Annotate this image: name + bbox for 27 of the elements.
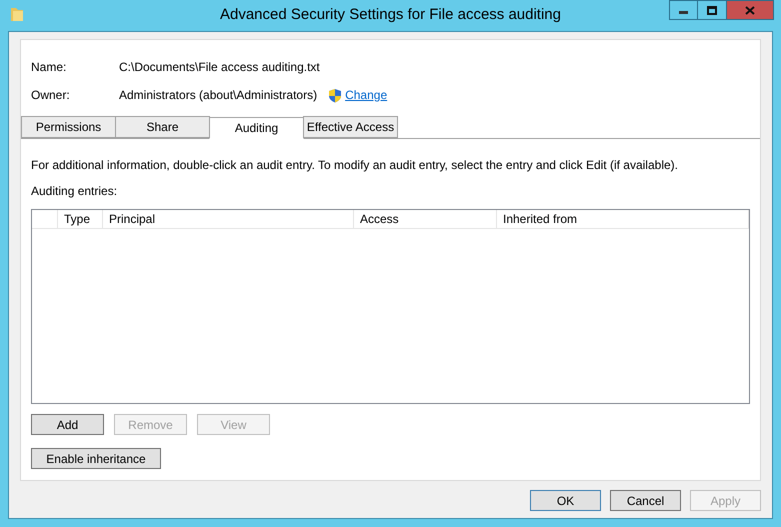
window-title: Advanced Security Settings for File access auditing [220,5,561,26]
column-header[interactable]: Principal [103,210,354,228]
cancel-button[interactable]: Cancel [610,490,681,511]
field-value: Administrators (about\Administrators) [119,87,318,104]
table-label: Auditing entries: [31,183,118,200]
minimize-button[interactable] [669,0,698,20]
column-header[interactable]: Inherited from [497,210,749,228]
close-icon [745,6,755,14]
shield-icon [328,88,342,102]
tab[interactable]: Permissions [21,116,116,138]
ok-button[interactable]: OK [530,490,601,511]
minimize-icon [679,10,688,14]
folder-icon [10,6,24,22]
tab[interactable]: Effective Access [303,116,398,138]
tab[interactable]: Share [115,116,210,138]
field-label: Name: [31,59,68,76]
change-link[interactable]: Change [345,86,388,104]
enable-inheritance-button[interactable]: Enable inheritance [31,448,161,469]
tab[interactable]: Auditing [209,117,304,139]
field-value: C:\Documents\File access auditing.txt [119,59,320,76]
column-header[interactable]: Access [354,210,497,228]
close-button[interactable] [726,0,774,20]
info-text: For additional information, double-click an audit entry. To modify an audit entry, select the entry and click Edit (if available). [31,157,679,174]
add-button[interactable]: Add [31,414,104,435]
field-label: Owner: [31,87,71,104]
maximize-icon [707,6,717,14]
column-header[interactable]: Type [58,210,103,228]
